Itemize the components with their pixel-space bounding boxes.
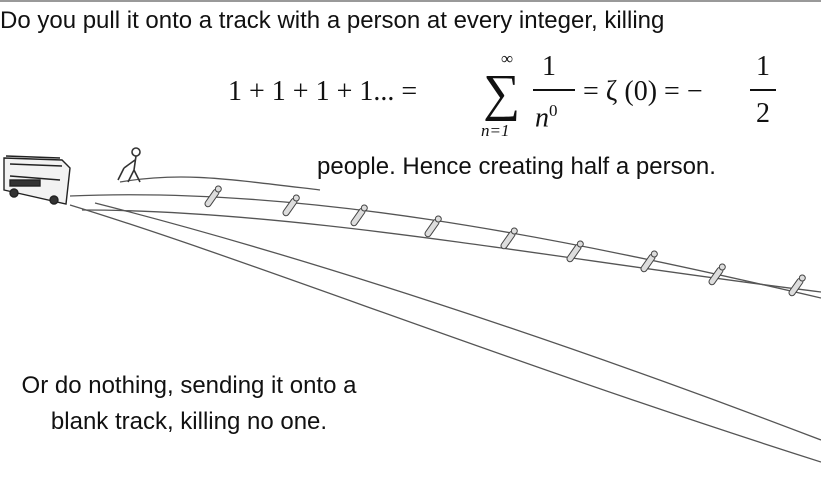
caption-do-nothing: Or do nothing, sending it onto a blank t…: [21, 372, 357, 435]
lever-operator-icon: [117, 147, 141, 183]
tied-person-icon: [708, 263, 726, 286]
tied-person-icon: [500, 227, 518, 250]
tied-people: [204, 185, 806, 297]
tied-person-icon: [282, 194, 300, 217]
trolley-icon: [3, 155, 71, 205]
integer-track: [69, 176, 821, 299]
tied-person-icon: [424, 215, 442, 238]
tied-person-icon: [350, 204, 368, 227]
